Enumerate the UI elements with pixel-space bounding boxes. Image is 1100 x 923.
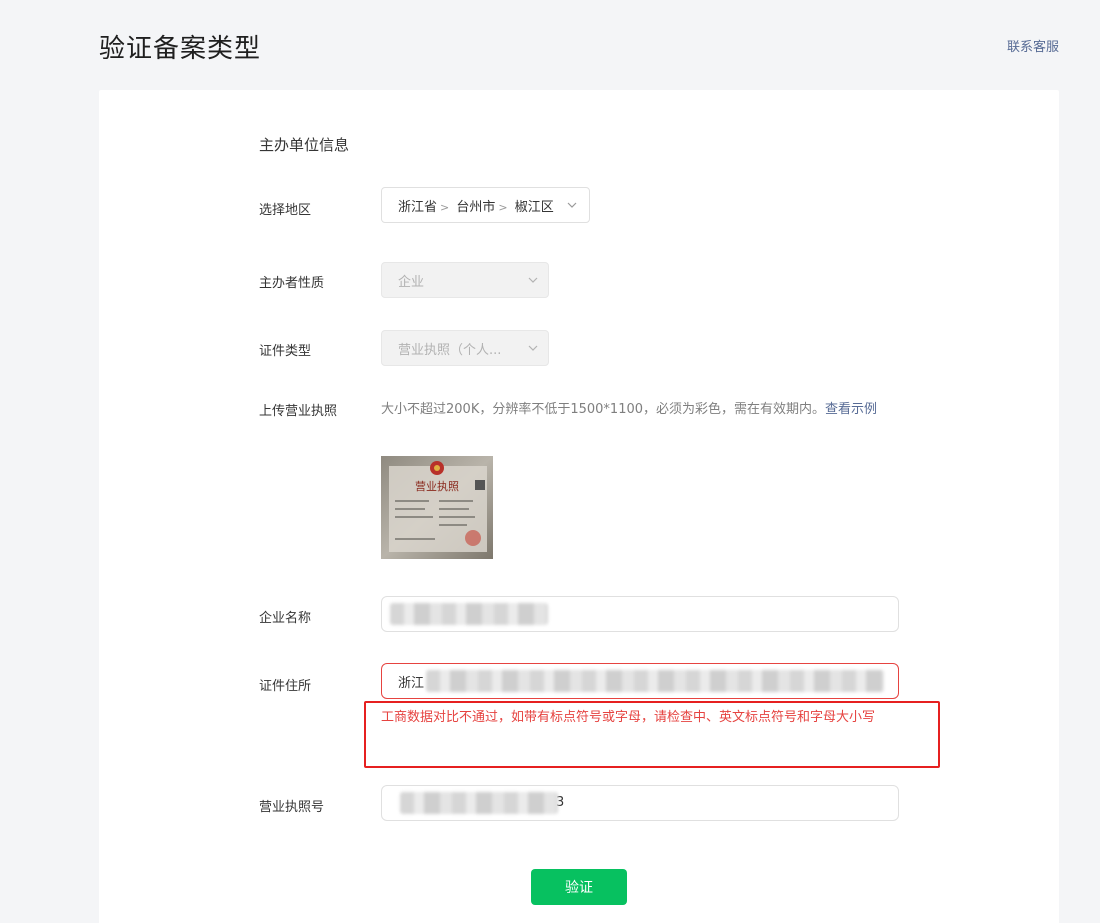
company-name-label: 企业名称 <box>259 611 312 626</box>
contact-support-link[interactable]: 联系客服 <box>1007 36 1059 55</box>
license-image: 营业执照 <box>381 456 493 559</box>
chevron-down-icon <box>567 202 577 208</box>
certificate-type-value: 营业执照（个人... <box>398 342 502 358</box>
company-name-input[interactable] <box>381 596 899 632</box>
organizer-type-value: 企业 <box>398 274 425 290</box>
certificate-type-select[interactable]: 营业执照（个人... <box>381 330 549 366</box>
form-card: 主办单位信息 选择地区 浙江省 > 台州市 > 椒江区 主办者性质 企业 证件类型 … <box>99 90 1059 923</box>
license-title-text: 营业执照 <box>415 479 459 493</box>
license-number-label: 营业执照号 <box>259 800 325 815</box>
error-highlight-box <box>364 701 940 768</box>
upload-hint: 大小不超过200K，分辨率不低于1500*1100，必须为彩色，需在有效期内。查… <box>381 398 901 421</box>
organizer-type-label: 主办者性质 <box>259 276 325 291</box>
upload-license-label: 上传营业执照 <box>259 404 338 419</box>
chevron-down-icon <box>528 277 538 283</box>
chevron-right-icon: > <box>498 200 508 214</box>
verify-button[interactable]: 验证 <box>531 869 627 905</box>
region-select[interactable]: 浙江省 > 台州市 > 椒江区 <box>381 187 590 223</box>
redacted-text <box>400 792 558 814</box>
certificate-address-label: 证件住所 <box>259 679 312 694</box>
certificate-address-value: 浙江 <box>398 675 425 691</box>
redacted-text <box>390 603 548 625</box>
license-number-input[interactable]: 3 <box>381 785 899 821</box>
chevron-down-icon <box>528 345 538 351</box>
certificate-address-input[interactable]: 浙江 <box>381 663 899 699</box>
section-title: 主办单位信息 <box>259 136 350 154</box>
view-example-link[interactable]: 查看示例 <box>825 402 877 417</box>
region-province: 浙江省 <box>398 199 438 215</box>
page-title: 验证备案类型 <box>99 34 262 64</box>
region-city: 台州市 <box>456 199 496 215</box>
region-district: 椒江区 <box>514 199 554 215</box>
upload-hint-text: 大小不超过200K，分辨率不低于1500*1100，必须为彩色，需在有效期内。 <box>381 402 826 417</box>
chevron-right-icon: > <box>440 200 450 214</box>
certificate-type-label: 证件类型 <box>259 344 312 359</box>
redacted-text <box>426 670 884 692</box>
organizer-type-select[interactable]: 企业 <box>381 262 549 298</box>
license-image-thumbnail[interactable]: 营业执照 <box>381 456 493 559</box>
region-label: 选择地区 <box>259 203 312 218</box>
